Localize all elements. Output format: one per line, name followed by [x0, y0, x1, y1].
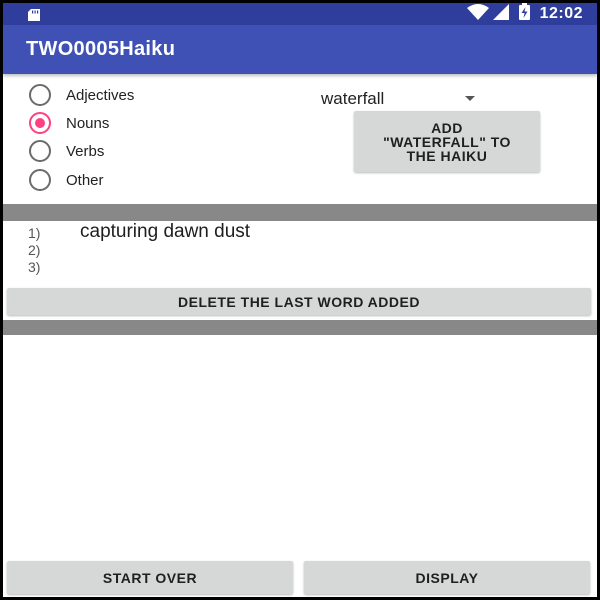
add-word-button[interactable]: ADD "WATERFALL" TO THE HAIKU	[354, 111, 540, 172]
radio-label: Other	[66, 171, 104, 189]
radio-nouns[interactable]: Nouns	[29, 111, 189, 135]
status-icons: 12:02	[466, 3, 583, 25]
haiku-line: 2)	[28, 238, 428, 258]
radio-button-icon[interactable]	[29, 140, 51, 162]
delete-last-word-button[interactable]: DELETE THE LAST WORD ADDED	[7, 288, 591, 315]
dropdown-arrow-icon	[465, 96, 475, 101]
radio-button-icon[interactable]	[29, 84, 51, 106]
app-bar: TWO0005Haiku	[3, 25, 597, 74]
radio-adjectives[interactable]: Adjectives	[29, 83, 189, 107]
start-over-button[interactable]: START OVER	[7, 561, 293, 594]
radio-label: Adjectives	[66, 86, 135, 104]
radio-button-checked-icon[interactable]	[29, 112, 51, 134]
haiku-line: 1) capturing dawn dust	[28, 221, 428, 242]
signal-icon	[492, 3, 509, 25]
battery-charging-icon	[518, 3, 530, 25]
display-button[interactable]: DISPLAY	[304, 561, 590, 594]
divider	[3, 320, 597, 335]
haiku-line: 3)	[28, 255, 428, 275]
spinner-selected-value: waterfall	[321, 89, 385, 108]
app-screen: 12:02 TWO0005Haiku Adjectives Nouns Verb…	[3, 3, 597, 597]
wifi-icon	[466, 3, 489, 25]
status-time: 12:02	[539, 5, 583, 22]
word-spinner[interactable]: waterfall	[321, 88, 479, 110]
radio-label: Verbs	[66, 142, 105, 160]
line-number: 3)	[28, 259, 41, 275]
status-bar: 12:02	[3, 3, 597, 25]
radio-other[interactable]: Other	[29, 168, 189, 192]
radio-button-icon[interactable]	[29, 169, 51, 191]
radio-label: Nouns	[66, 114, 110, 132]
app-title: TWO0005Haiku	[26, 38, 176, 60]
sd-card-icon	[28, 8, 40, 26]
radio-verbs[interactable]: Verbs	[29, 139, 189, 163]
divider	[3, 204, 597, 221]
